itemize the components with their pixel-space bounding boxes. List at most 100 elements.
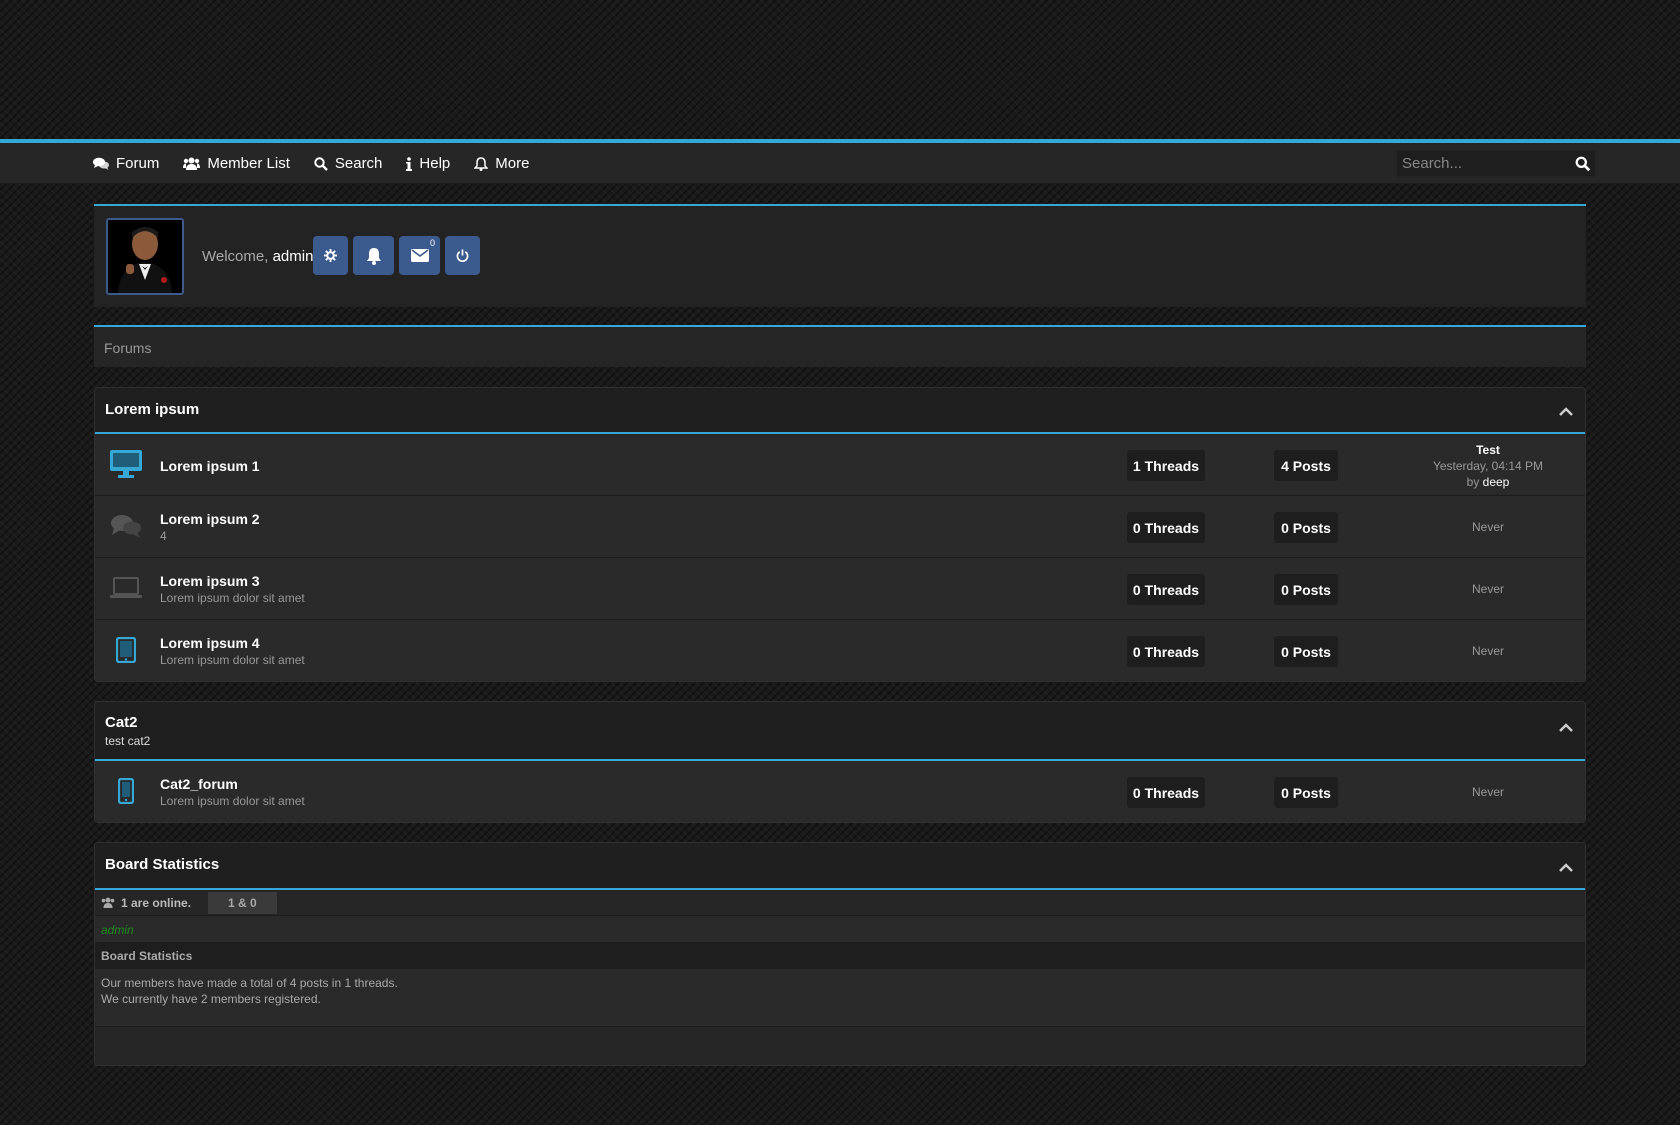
avatar[interactable]	[106, 218, 184, 295]
last-post-author: by deep	[1467, 475, 1510, 489]
forum-description: Lorem ipsum dolor sit amet	[160, 794, 305, 808]
monitor-icon	[109, 448, 143, 480]
board-statistics-header: Board Statistics	[95, 843, 1585, 890]
last-post-date: Yesterday, 04:14 PM	[1432, 459, 1544, 473]
power-icon	[456, 249, 469, 262]
posts-count: 0 Posts	[1274, 636, 1338, 667]
mobile-icon	[109, 775, 143, 807]
category-header: Cat2 test cat2	[95, 702, 1585, 761]
forum-link[interactable]: Lorem ipsum 2	[160, 511, 260, 527]
category-header: Lorem ipsum	[95, 388, 1585, 434]
nav-member-list-label: Member List	[207, 155, 290, 172]
search-submit-icon[interactable]	[1575, 156, 1591, 172]
logout-button[interactable]	[445, 236, 480, 275]
settings-button[interactable]	[313, 236, 348, 275]
comments-icon	[93, 157, 109, 170]
forum-row: Cat2_forum Lorem ipsum dolor sit amet 0 …	[95, 761, 1585, 822]
threads-count: 0 Threads	[1127, 636, 1205, 667]
forum-row: Lorem ipsum 3 Lorem ipsum dolor sit amet…	[95, 558, 1585, 620]
forum-description: 4	[160, 529, 167, 543]
welcome-username[interactable]: admin	[273, 248, 314, 265]
last-post-never: Never	[1471, 785, 1504, 799]
online-text: 1 are online.	[121, 895, 192, 910]
bell-icon	[366, 247, 381, 265]
last-post-never: Never	[1471, 520, 1504, 534]
last-post: Test Yesterday, 04:14 PM by deep	[1399, 442, 1577, 490]
stats-line-members: We currently have 2 members registered.	[101, 992, 321, 1006]
last-post-never: Never	[1471, 644, 1504, 658]
posts-count: 4 Posts	[1274, 450, 1338, 481]
welcome-prefix: Welcome,	[202, 248, 273, 265]
category-cat2: Cat2 test cat2 Cat2_forum Lorem ipsum do…	[94, 701, 1586, 823]
category-title[interactable]: Cat2	[105, 714, 138, 731]
forum-row: Lorem ipsum 1 1 Threads 4 Posts Test Yes…	[95, 434, 1585, 496]
category-subtitle: test cat2	[105, 734, 151, 748]
category-lorem-ipsum: Lorem ipsum Lorem ipsum 1 1 Threads 4 Po…	[94, 387, 1586, 682]
avatar-image	[108, 220, 182, 293]
forum-link[interactable]: Lorem ipsum 1	[160, 458, 260, 474]
forum-description: Lorem ipsum dolor sit amet	[160, 653, 305, 667]
board-statistics-subheader: Board Statistics	[95, 942, 1585, 969]
last-post-by-prefix: by	[1466, 475, 1483, 489]
board-statistics-panel: Board Statistics 1 are online. 1 & 0 adm…	[94, 842, 1586, 1066]
category-title[interactable]: Lorem ipsum	[105, 401, 199, 418]
tablet-icon	[109, 634, 143, 666]
chevron-up-icon[interactable]	[1559, 863, 1573, 873]
messages-button[interactable]: 0	[399, 236, 440, 275]
notifications-button[interactable]	[353, 236, 394, 275]
forum-description: Lorem ipsum dolor sit amet	[160, 591, 305, 605]
laptop-icon	[109, 572, 143, 604]
threads-count: 0 Threads	[1127, 777, 1205, 808]
chevron-up-icon[interactable]	[1559, 723, 1573, 733]
user-controls: 0	[313, 236, 485, 275]
chevron-up-icon[interactable]	[1559, 407, 1573, 417]
nav-more-label: More	[495, 155, 530, 172]
board-statistics-body: Our members have made a total of 4 posts…	[95, 969, 1585, 1027]
nav-forum-label: Forum	[116, 155, 160, 172]
board-statistics-title[interactable]: Board Statistics	[105, 856, 219, 873]
nav-forum[interactable]: Forum	[93, 155, 159, 172]
nav-member-list[interactable]: Member List	[183, 155, 290, 172]
threads-count: 1 Threads	[1127, 450, 1205, 481]
threads-count: 0 Threads	[1127, 574, 1205, 605]
welcome-message: Welcome, admin	[202, 248, 313, 265]
nav-menu: Forum Member List Search Help More	[93, 143, 553, 184]
online-users-list: admin	[95, 916, 1585, 942]
nav-help[interactable]: Help	[406, 155, 450, 172]
nav-more[interactable]: More	[474, 155, 529, 172]
gear-icon	[324, 249, 337, 262]
last-post-title[interactable]: Test	[1399, 442, 1577, 458]
nav-search[interactable]: Search	[314, 155, 383, 172]
comments-icon	[109, 510, 143, 542]
threads-count: 0 Threads	[1127, 512, 1205, 543]
online-user-link[interactable]: admin	[101, 923, 134, 937]
welcome-panel: Welcome, admin 0	[94, 204, 1586, 307]
users-icon	[101, 897, 115, 908]
search-icon	[314, 156, 328, 171]
forum-row: Lorem ipsum 4 Lorem ipsum dolor sit amet…	[95, 620, 1585, 681]
info-icon	[406, 156, 413, 171]
forum-link[interactable]: Cat2_forum	[160, 776, 238, 792]
top-navbar: Forum Member List Search Help More	[0, 143, 1680, 184]
board-statistics-footer	[95, 1027, 1585, 1064]
messages-count-badge: 0	[429, 238, 435, 248]
nav-help-label: Help	[419, 155, 451, 172]
envelope-icon	[410, 249, 429, 262]
search-box	[1396, 150, 1596, 177]
last-post-author-link[interactable]: deep	[1483, 475, 1510, 489]
bell-icon	[474, 156, 489, 171]
posts-count: 0 Posts	[1274, 574, 1338, 605]
nav-search-label: Search	[334, 155, 383, 172]
posts-count: 0 Posts	[1274, 777, 1338, 808]
users-icon	[183, 157, 201, 170]
breadcrumb: Forums	[94, 325, 1586, 367]
search-input[interactable]	[1397, 155, 1567, 172]
forum-link[interactable]: Lorem ipsum 3	[160, 573, 260, 589]
forum-link[interactable]: Lorem ipsum 4	[160, 635, 260, 651]
forum-row: Lorem ipsum 2 4 0 Threads 0 Posts Never	[95, 496, 1585, 558]
stats-line-posts: Our members have made a total of 4 posts…	[101, 976, 398, 990]
online-summary: 1 are online. 1 & 0	[95, 890, 1585, 916]
last-post-never: Never	[1471, 582, 1504, 596]
online-count-badge: 1 & 0	[208, 891, 277, 914]
breadcrumb-forums[interactable]: Forums	[104, 340, 151, 356]
